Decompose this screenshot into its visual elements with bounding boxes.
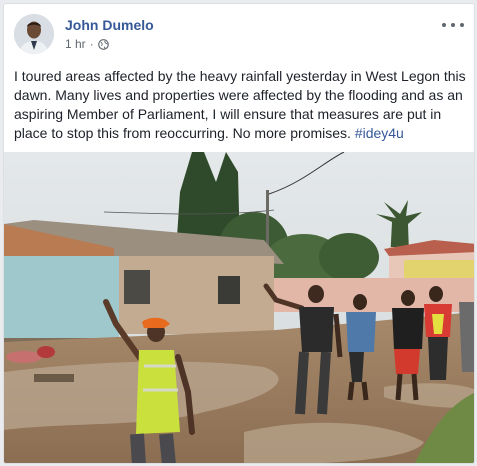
- post-text: I toured areas affected by the heavy rai…: [14, 67, 466, 143]
- facebook-post: John Dumelo 1 hr · I toured areas affect…: [3, 3, 475, 464]
- hashtag-link[interactable]: #idey4u: [355, 125, 404, 141]
- ellipsis-icon: [442, 23, 446, 27]
- meta-separator: ·: [89, 37, 94, 51]
- avatar[interactable]: [14, 14, 54, 54]
- post-meta: 1 hr ·: [65, 37, 109, 51]
- globe-icon[interactable]: [97, 38, 109, 50]
- timestamp[interactable]: 1 hr: [65, 37, 86, 51]
- post-photo[interactable]: [4, 152, 475, 464]
- post-header: John Dumelo 1 hr ·: [14, 14, 464, 58]
- avatar-image: [14, 14, 54, 54]
- more-options-button[interactable]: [442, 18, 464, 32]
- author-name[interactable]: John Dumelo: [65, 17, 154, 33]
- house-left: [4, 220, 284, 348]
